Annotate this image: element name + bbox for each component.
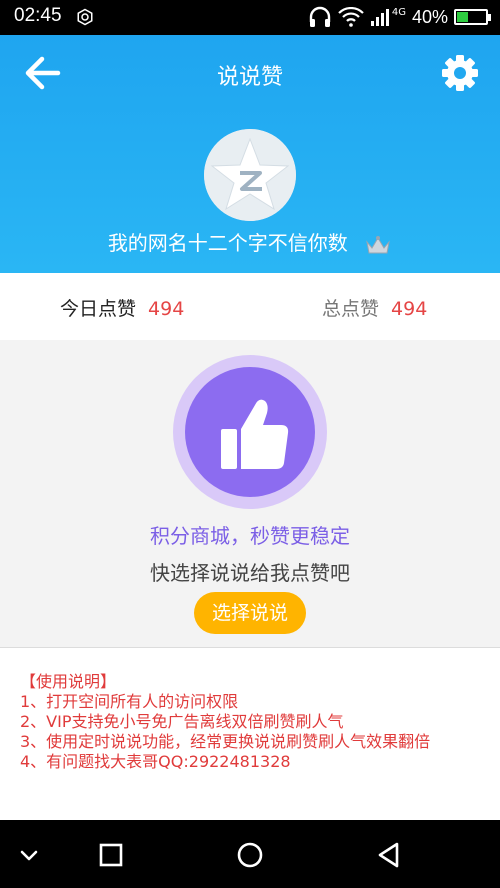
username: 我的网名十二个字不信你数 [107, 231, 348, 255]
today-likes: 今日点赞 494 [60, 294, 184, 321]
network-type: 4G [391, 6, 406, 18]
settings-notification-icon [77, 8, 93, 26]
stats-row: 今日点赞 494 总点赞 494 [0, 273, 500, 340]
page-title: 说说赞 [216, 65, 283, 90]
like-button[interactable] [173, 355, 327, 509]
username-row: 我的网名十二个字不信你数 [0, 227, 500, 256]
total-likes-value: 494 [391, 298, 428, 320]
avatar[interactable] [204, 129, 296, 221]
recents-square-icon[interactable] [94, 838, 128, 872]
battery-fill [457, 12, 469, 22]
qzone-star-icon [204, 129, 296, 221]
instruction-line: 2、VIP支持免小号免广告离线双倍刷赞刷人气 [20, 712, 344, 731]
instruction-line: 1、打开空间所有人的访问权限 [20, 692, 239, 711]
header: 说说赞 我的网名十二个字不信你数 [0, 35, 500, 273]
instructions-title: 【使用说明】 [20, 672, 117, 691]
select-prompt: 快选择说说给我点赞吧 [150, 561, 350, 585]
status-time: 02:45 [14, 5, 62, 26]
instruction-line: 4、有问题找大表哥QQ:2922481328 [20, 752, 291, 771]
status-bar: 02:45 4G 40% [0, 0, 500, 35]
battery-icon [454, 9, 491, 25]
total-likes-label: 总点赞 [322, 298, 380, 320]
gear-icon[interactable] [440, 53, 480, 93]
vip-crown-icon [366, 235, 391, 253]
headphones-icon [309, 6, 331, 27]
total-likes: 总点赞 494 [322, 294, 427, 321]
today-likes-label: 今日点赞 [60, 298, 137, 320]
system-nav-bar [0, 820, 500, 888]
status-right-group: 4G 40% [308, 5, 491, 29]
back-triangle-icon[interactable] [372, 838, 406, 872]
thumbs-up-icon [221, 399, 289, 469]
battery-percent: 40% [411, 6, 448, 27]
today-likes-value: 494 [148, 298, 185, 320]
instructions-panel: 【使用说明】 1、打开空间所有人的访问权限 2、VIP支持免小号免广告离线双倍刷… [0, 648, 500, 820]
home-circle-icon[interactable] [233, 838, 267, 872]
main-section: 积分商城，秒赞更稳定 快选择说说给我点赞吧 选择说说 [0, 340, 500, 648]
choose-post-button[interactable]: 选择说说 [194, 592, 306, 634]
points-mall-link[interactable]: 积分商城，秒赞更稳定 [0, 520, 500, 549]
wifi-icon [338, 7, 364, 27]
like-button-inner [185, 367, 315, 497]
instruction-line: 3、使用定时说说功能，经常更换说说刷赞刷人气效果翻倍 [20, 732, 431, 751]
chevron-down-icon[interactable] [12, 838, 46, 872]
cell-signal-icon [370, 9, 389, 26]
